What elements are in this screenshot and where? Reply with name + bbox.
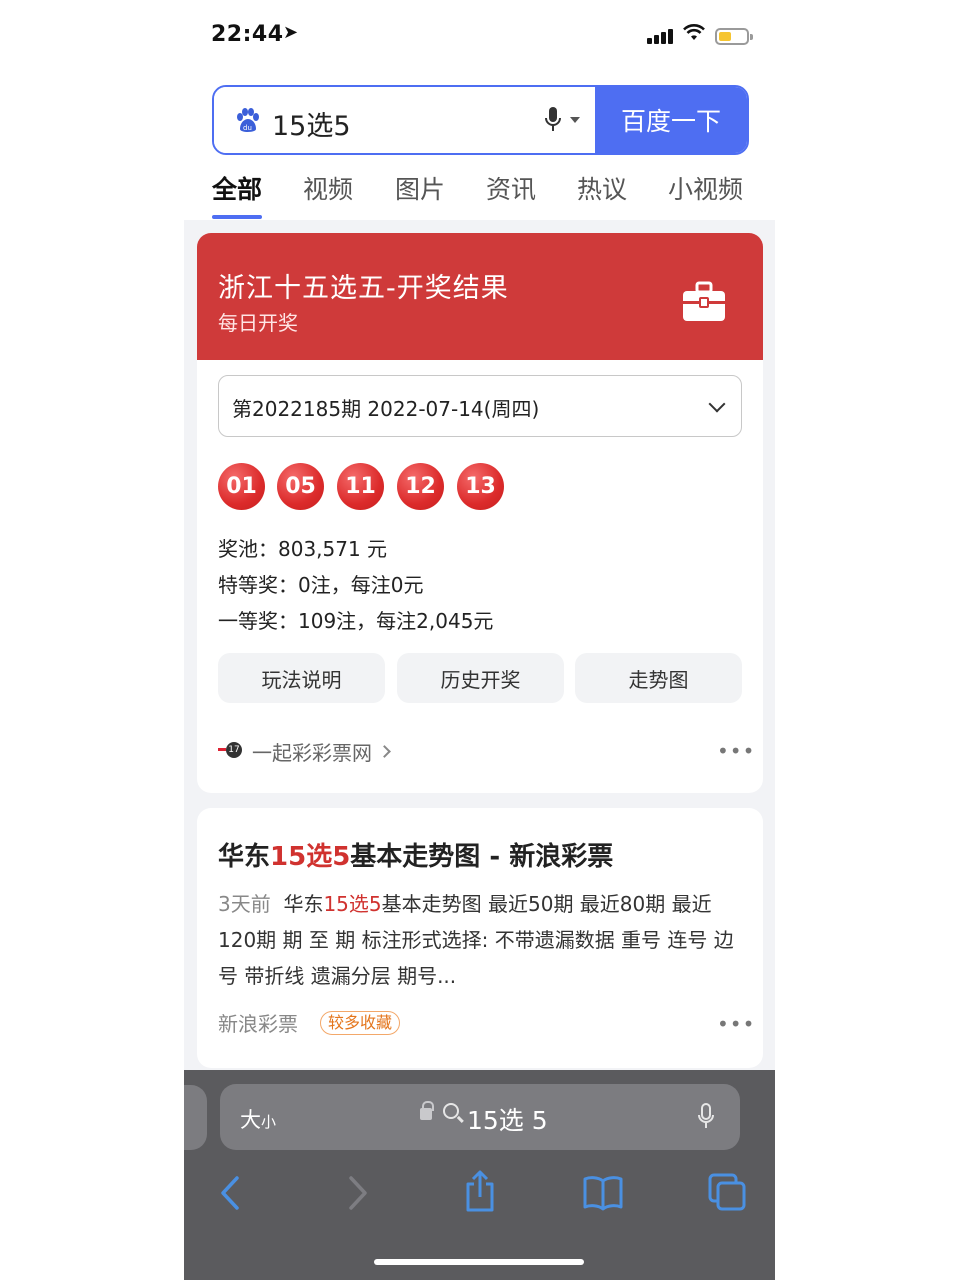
rules-button[interactable]: 玩法说明 [218, 653, 385, 703]
search-tabs: 全部 视频 图片 资讯 热议 小视频 [212, 170, 752, 218]
lottery-title: 浙江十五选五-开奖结果 [218, 273, 509, 304]
result-snippet: 3天前 华东15选5基本走势图 最近50期 最近80期 最近120期 期 至 期… [218, 886, 742, 994]
more-options-icon[interactable]: ••• [717, 739, 755, 763]
source-link[interactable]: 17 一起彩彩票网 [218, 739, 391, 765]
more-options-icon[interactable]: ••• [717, 1012, 755, 1036]
search-input[interactable]: du 15选5 [214, 87, 595, 153]
number-ball: 13 [457, 463, 504, 510]
result-title-highlight: 15选5 [270, 842, 351, 872]
search-icon [443, 1103, 459, 1119]
svg-text:du: du [243, 124, 252, 132]
snippet-text: 华东 [283, 892, 324, 916]
snippet-highlight: 15选5 [323, 892, 382, 916]
tab-all[interactable]: 全部 [212, 170, 262, 206]
baidu-paw-icon: du [234, 107, 262, 135]
search-query: 15选5 [272, 111, 351, 142]
period-select[interactable]: 第2022185期 2022-07-14(周四) [218, 375, 742, 437]
tab-news[interactable]: 资讯 [486, 170, 536, 206]
active-tab-indicator [212, 215, 262, 219]
history-button[interactable]: 历史开奖 [397, 653, 564, 703]
bookmarks-icon[interactable] [582, 1175, 624, 1215]
special-prize: 特等奖：0注，每注0元 [218, 573, 424, 597]
popular-badge: 较多收藏 [320, 1011, 401, 1035]
share-icon[interactable] [464, 1170, 496, 1216]
address-bar[interactable]: 大小 15选 5 [220, 1084, 740, 1150]
chevron-right-icon [378, 744, 391, 758]
result-title[interactable]: 华东15选5基本走势图 - 新浪彩票 [218, 836, 613, 873]
lock-icon [420, 1101, 434, 1120]
tab-images[interactable]: 图片 [395, 170, 445, 206]
chevron-down-icon[interactable] [570, 117, 580, 123]
trend-chart-button[interactable]: 走势图 [575, 653, 742, 703]
first-prize: 一等奖：109注，每注2,045元 [218, 609, 494, 633]
home-indicator [374, 1259, 584, 1265]
prize-pool: 奖池：803,571 元 [218, 537, 388, 561]
tab-short-video[interactable]: 小视频 [668, 170, 743, 206]
result-date: 3天前 [218, 892, 271, 916]
briefcase-icon [682, 281, 726, 323]
number-ball: 05 [277, 463, 324, 510]
status-time: 22:44 [211, 22, 284, 47]
location-icon: ➤ [283, 22, 299, 43]
result-title-text: 华东 [218, 842, 271, 872]
voice-search-icon[interactable] [544, 105, 562, 135]
browser-toolbar: 大小 15选 5 [184, 1070, 775, 1280]
battery-icon [715, 28, 753, 45]
previous-tab-preview[interactable] [184, 1085, 207, 1150]
search-result-card: 华东15选5基本走势图 - 新浪彩票 3天前 华东15选5基本走势图 最近50期… [197, 808, 763, 1068]
lottery-result-card: 浙江十五选五-开奖结果 每日开奖 第2022185期 2022-07-14(周四… [197, 233, 763, 793]
number-ball: 12 [397, 463, 444, 510]
back-icon[interactable] [218, 1175, 242, 1215]
search-box: du 15选5 百度一下 [212, 85, 749, 155]
chevron-down-icon [708, 395, 726, 413]
phone-screen: 22:44 ➤ du 15选5 百度一下 全部 视频 图片 资讯 热议 小视频 … [184, 0, 775, 1280]
tab-video[interactable]: 视频 [303, 170, 353, 206]
period-select-value: 第2022185期 2022-07-14(周四) [232, 397, 540, 421]
text-size-label: 大 [240, 1108, 261, 1132]
text-size-button[interactable]: 大小 [240, 1104, 276, 1134]
source-name: 一起彩彩票网 [252, 740, 372, 765]
text-size-label-small: 小 [261, 1113, 277, 1131]
address-text: 15选 5 [467, 1106, 548, 1135]
result-source[interactable]: 新浪彩票 [218, 1008, 298, 1037]
number-ball: 01 [218, 463, 265, 510]
tabs-icon[interactable] [708, 1173, 746, 1215]
microphone-icon[interactable] [697, 1102, 715, 1132]
wifi-icon [682, 22, 706, 47]
lottery-banner[interactable]: 浙江十五选五-开奖结果 每日开奖 [197, 233, 763, 360]
source-logo-icon: 17 [218, 741, 242, 761]
search-button[interactable]: 百度一下 [595, 87, 747, 153]
result-title-text: 基本走势图 - 新浪彩票 [350, 842, 614, 872]
tab-discussion[interactable]: 热议 [577, 170, 627, 206]
cellular-signal-icon [647, 28, 673, 44]
status-bar: 22:44 ➤ [184, 0, 775, 72]
forward-icon[interactable] [346, 1175, 370, 1215]
number-ball: 11 [337, 463, 384, 510]
lottery-subtitle: 每日开奖 [218, 311, 298, 335]
